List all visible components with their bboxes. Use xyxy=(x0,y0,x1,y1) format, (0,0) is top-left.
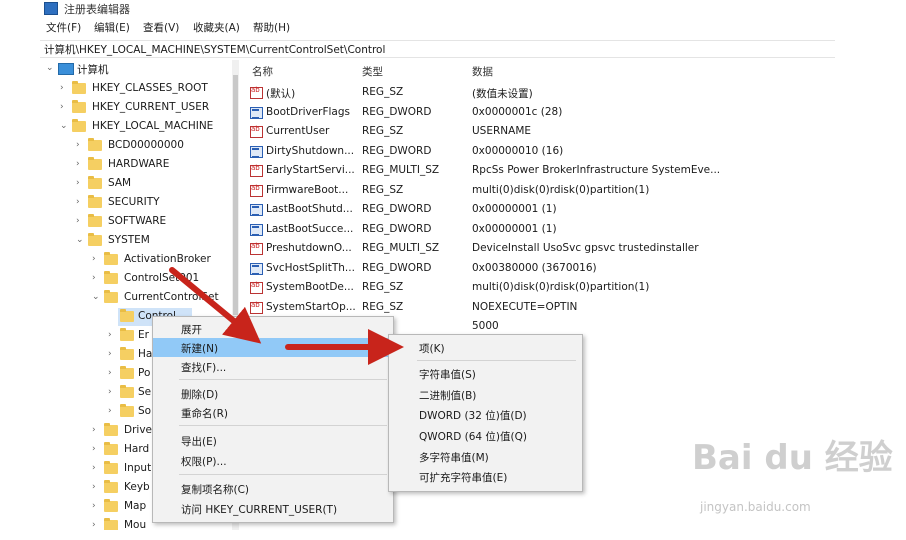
arrow-to-new xyxy=(169,267,262,344)
watermark-url: jingyan.baidu.com xyxy=(700,500,811,514)
baidu-watermark: Bai du 经验 jingyan.baidu.com xyxy=(692,430,893,540)
baidu-logo: Bai du 经验 xyxy=(692,438,893,478)
